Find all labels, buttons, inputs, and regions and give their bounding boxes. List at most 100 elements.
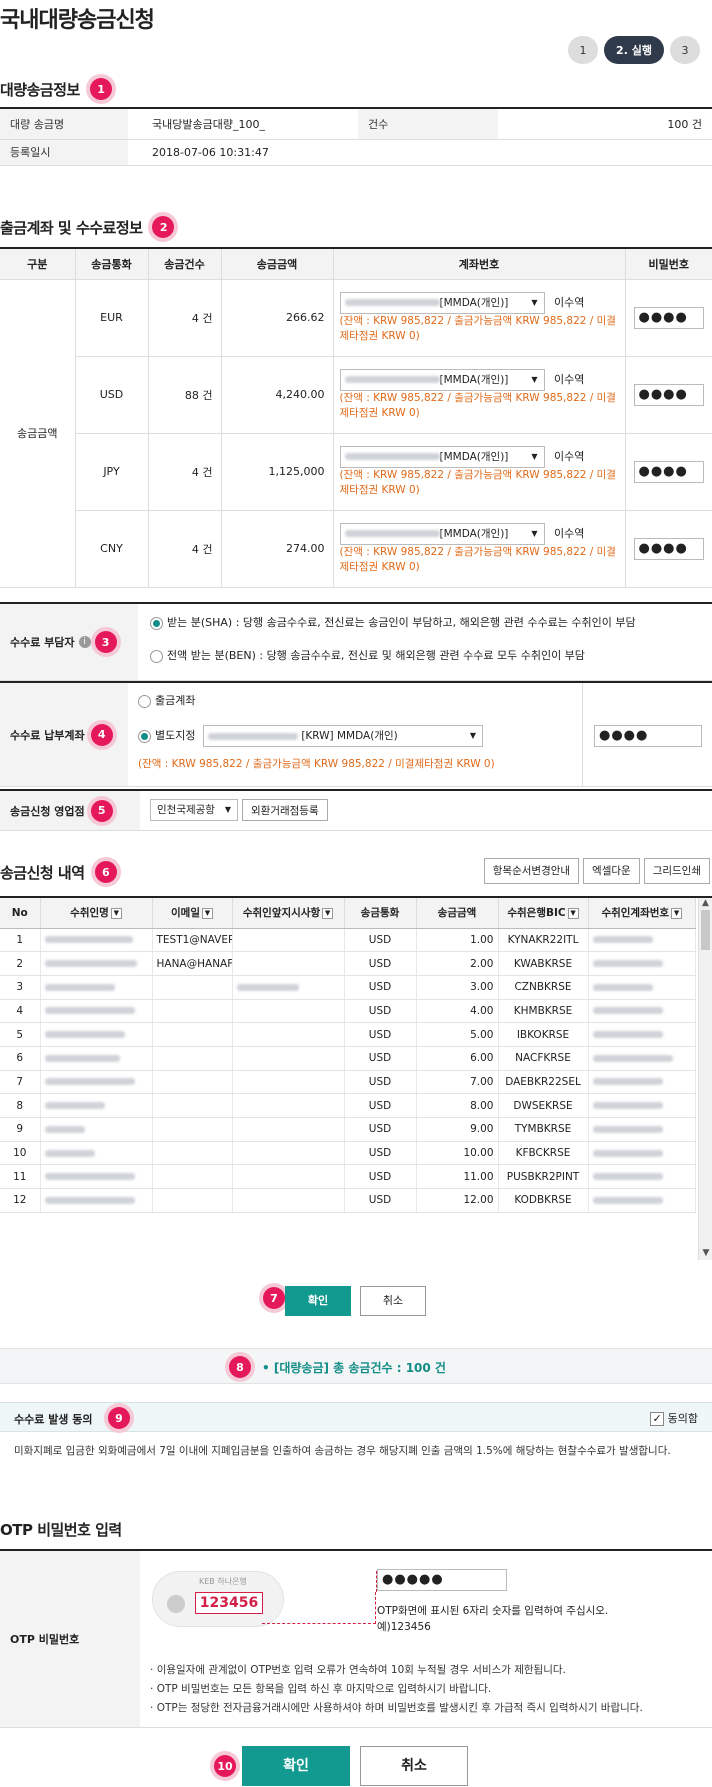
scroll-down-icon: ▼ — [702, 1248, 710, 1258]
account-select[interactable]: [MMDA(개인)] ▼ — [339, 368, 545, 391]
fee-consent-text: 미화지폐로 입금한 외화예금에서 7일 이내에 지폐입금분을 인출하여 송금하는… — [14, 1445, 671, 1457]
col-account: 계좌번호 — [333, 249, 626, 280]
cell-account — [588, 999, 696, 1024]
scroll-up-icon: ▲ — [702, 898, 709, 908]
marker-badge-10: 10 — [214, 1755, 236, 1777]
amount-cell: 266.62 — [221, 279, 334, 357]
radio-checked-icon[interactable] — [150, 616, 163, 630]
cell-no: 2 — [0, 951, 41, 976]
account-select[interactable]: [MMDA(개인)] ▼ — [339, 522, 545, 545]
cancel-button-small[interactable]: 취소 — [360, 1286, 426, 1316]
table-row[interactable]: 12 USD 12.00 KODBKRSE — [0, 1188, 696, 1213]
radio-unchecked-icon[interactable] — [150, 649, 163, 663]
grid-print-button[interactable]: 그리드인쇄 — [643, 858, 710, 884]
fee-account-row: 수수료 납부계좌 4 출금계좌 별도지정 [KRW] MMDA(개인) ▼ (잔액… — [0, 683, 712, 787]
cell-no: 5 — [0, 1022, 41, 1047]
cell-bic: PUSBKR2PINT — [498, 1164, 589, 1190]
branch-select[interactable]: 인천국제공항 ▼ — [150, 799, 238, 821]
cell-email — [152, 1022, 233, 1047]
fee-password-input[interactable]: ●●●● — [594, 725, 702, 747]
col-note[interactable]: 수취인앞지시사항 ▼ — [232, 898, 345, 929]
details-grid: No 수취인명 ▼ 이메일 ▼ 수취인앞지시사항 ▼ 송금통화 송금금액 수취은행BI… — [0, 898, 712, 1260]
cell-bic: TYMBKRSE — [498, 1117, 589, 1142]
col-amount: 송금금액 — [221, 249, 334, 280]
table-row[interactable]: 2 HANA@HANAF USD 2.00 KWABKRSE — [0, 951, 696, 976]
option-separate-account[interactable]: 별도지정 [KRW] MMDA(개인) ▼ — [138, 725, 483, 747]
cell-currency: USD — [344, 1117, 417, 1142]
cell-email — [152, 1141, 233, 1166]
fee-account-balance: (잔액 : KRW 985,822 / 출금가능금액 KRW 985,822 /… — [138, 758, 495, 770]
otp-input[interactable]: ●●●●● — [377, 1569, 507, 1591]
table-row[interactable]: 5 USD 5.00 IBKOKRSE — [0, 1022, 696, 1047]
option-ben[interactable]: 전액 받는 분(BEN) : 당행 송금수수료, 전신료 및 해외은행 관련 수… — [150, 647, 585, 663]
register-branch-button[interactable]: 외환거래점등록 — [242, 799, 328, 821]
radio-checked-icon[interactable] — [138, 729, 151, 743]
cell-recipient — [40, 1141, 153, 1166]
account-select[interactable]: [MMDA(개인)] ▼ — [339, 445, 545, 468]
option-sha[interactable]: 받는 분(SHA) : 당행 송금수수료, 전신료는 송금인이 부담하고, 해외… — [150, 614, 636, 630]
fee-account-select[interactable]: [KRW] MMDA(개인) ▼ — [202, 725, 483, 747]
table-row[interactable]: 7 USD 7.00 DAEBKR22SEL — [0, 1070, 696, 1095]
account-select[interactable]: [MMDA(개인)] ▼ — [339, 291, 545, 314]
cell-recipient — [40, 1093, 153, 1118]
table-row[interactable]: 10 USD 10.00 KFBCKRSE — [0, 1141, 696, 1166]
col-email[interactable]: 이메일 ▼ — [152, 898, 233, 929]
cell-note — [232, 1093, 345, 1118]
confirm-button-small[interactable]: 확인 — [285, 1286, 351, 1316]
marker-badge-4: 4 — [90, 723, 113, 746]
branch-label: 송금신청 영업점 — [10, 804, 85, 818]
cell-currency: USD — [344, 1141, 417, 1166]
password-input[interactable]: ●●●● — [633, 306, 704, 329]
password-input[interactable]: ●●●● — [633, 383, 704, 406]
fee-payer-row: 수수료 부담자 i 3 받는 분(SHA) : 당행 송금수수료, 전신료는 송… — [0, 604, 712, 681]
cell-recipient — [40, 975, 153, 1000]
table-row[interactable]: 3 USD 3.00 CZNBKRSE — [0, 975, 696, 1000]
grid-scrollbar[interactable]: ▲ ▼ — [698, 898, 712, 1260]
cell-currency: USD — [344, 975, 417, 1000]
table-row[interactable]: 8 USD 8.00 DWSEKRSE — [0, 1093, 696, 1118]
table-row[interactable]: 6 USD 6.00 NACFKRSE — [0, 1046, 696, 1071]
agree-checkbox[interactable]: ✓ 동의함 — [650, 1410, 698, 1426]
scroll-thumb[interactable] — [701, 910, 710, 950]
col-recipient[interactable]: 수취인명 ▼ — [40, 898, 153, 929]
grid-toolbar: 항목순서변경안내 엑셀다운 그리드인쇄 — [483, 858, 710, 884]
cell-email — [152, 1093, 233, 1118]
cell-recipient — [40, 1070, 153, 1095]
cell-bic: KFBCKRSE — [498, 1141, 589, 1166]
password-input[interactable]: ●●●● — [633, 460, 704, 483]
fee-payer-label: 수수료 부담자 — [10, 636, 75, 649]
cell-email — [152, 1188, 233, 1213]
cell-currency: USD — [344, 1046, 417, 1071]
info-icon[interactable]: i — [78, 636, 91, 648]
cancel-button[interactable]: 취소 — [360, 1746, 468, 1786]
radio-unchecked-icon[interactable] — [138, 694, 151, 708]
cell-account — [588, 951, 696, 976]
confirm-button[interactable]: 확인 — [242, 1746, 350, 1786]
cell-amount: 7.00 — [416, 1070, 499, 1095]
table-row[interactable]: 1 TEST1@NAVER USD 1.00 KYNAKR22ITL — [0, 928, 696, 953]
sort-dropdown-icon: ▼ — [201, 907, 213, 919]
cell-amount: 6.00 — [416, 1046, 499, 1071]
col-account-no[interactable]: 수취인계좌번호 ▼ — [588, 898, 696, 929]
sort-dropdown-icon: ▼ — [110, 907, 122, 919]
option-withdraw-account[interactable]: 출금계좌 — [138, 692, 195, 708]
table-row[interactable]: 9 USD 9.00 TYMBKRSE — [0, 1117, 696, 1142]
cell-no: 11 — [0, 1164, 41, 1190]
cell-currency: USD — [344, 999, 417, 1024]
table-row[interactable]: 11 USD 11.00 PUSBKR2PINT — [0, 1164, 696, 1190]
cell-note — [232, 975, 345, 1000]
cell-no: 6 — [0, 1046, 41, 1071]
marker-badge-6: 6 — [94, 861, 117, 883]
cell-note — [232, 1117, 345, 1142]
password-input[interactable]: ●●●● — [633, 537, 704, 560]
column-order-guide-button[interactable]: 항목순서변경안내 — [483, 858, 580, 884]
excel-download-button[interactable]: 엑셀다운 — [583, 858, 640, 884]
col-bic[interactable]: 수취은행BIC ▼ — [498, 898, 589, 929]
otp-hint: OTP화면에 표시된 6자리 숫자를 입력하여 주십시오. 예)123456 — [377, 1605, 609, 1633]
table-row[interactable]: 4 USD 4.00 KHMBKRSE — [0, 999, 696, 1024]
details-title: 송금신청 내역 6 — [0, 861, 117, 883]
col-currency: 송금통화 — [75, 249, 149, 280]
summary-text: [대량송금] 총 송금건수 : 100 건 — [273, 1361, 446, 1375]
cell-bic: KYNAKR22ITL — [498, 928, 589, 953]
cell-note — [232, 999, 345, 1024]
